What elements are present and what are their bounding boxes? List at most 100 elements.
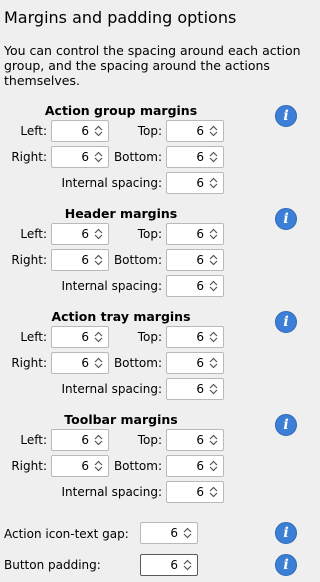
bottom-spinbox[interactable]: 6: [166, 352, 224, 374]
up-down-chevron-icon[interactable]: [92, 253, 105, 267]
right-spinbox[interactable]: 6: [51, 455, 109, 477]
up-down-chevron-icon[interactable]: [207, 382, 220, 396]
section-heading: Action tray margins: [51, 309, 191, 324]
bottom-label: Bottom:: [113, 253, 162, 267]
icon-text-gap-spinbox[interactable]: 6: [140, 522, 198, 544]
up-down-chevron-icon[interactable]: [207, 279, 220, 293]
button-padding-spinbox[interactable]: 6: [140, 554, 198, 576]
top-value: 6: [196, 124, 204, 138]
right-value: 6: [81, 459, 89, 473]
left-spinbox[interactable]: 6: [51, 326, 109, 348]
left-spinbox[interactable]: 6: [51, 429, 109, 451]
info-icon[interactable]: i: [275, 554, 297, 576]
internal-spacing-spinbox[interactable]: 6: [166, 378, 224, 400]
top-label: Top:: [137, 124, 162, 138]
up-down-chevron-icon[interactable]: [181, 526, 194, 540]
section-heading: Header margins: [64, 206, 178, 221]
left-value: 6: [81, 227, 89, 241]
right-spinbox[interactable]: 6: [51, 146, 109, 168]
section-toolbar-margins: Toolbar margins i Left: 6 Top: 6 Right: …: [0, 412, 311, 515]
section-heading: Toolbar margins: [64, 412, 178, 427]
internal-spacing-value: 6: [196, 382, 204, 396]
top-spinbox[interactable]: 6: [166, 120, 224, 142]
left-value: 6: [81, 433, 89, 447]
section-action-tray-margins: Action tray margins i Left: 6 Top: 6 Rig…: [0, 309, 311, 412]
up-down-chevron-icon[interactable]: [207, 459, 220, 473]
icon-text-gap-label: Action icon-text gap:: [4, 527, 129, 541]
info-icon[interactable]: i: [275, 105, 297, 127]
left-label: Left:: [20, 124, 47, 138]
bottom-value: 6: [196, 356, 204, 370]
button-padding-label: Button padding:: [4, 558, 101, 572]
right-value: 6: [81, 356, 89, 370]
right-label: Right:: [11, 253, 47, 267]
up-down-chevron-icon[interactable]: [92, 433, 105, 447]
internal-spacing-value: 6: [196, 485, 204, 499]
right-spinbox[interactable]: 6: [51, 249, 109, 271]
button-padding-value: 6: [170, 558, 178, 572]
info-icon[interactable]: i: [275, 414, 297, 436]
top-value: 6: [196, 227, 204, 241]
up-down-chevron-icon[interactable]: [207, 150, 220, 164]
page-title: Margins and padding options: [4, 8, 237, 27]
description-text: You can control the spacing around each …: [4, 43, 301, 88]
up-down-chevron-icon[interactable]: [207, 176, 220, 190]
up-down-chevron-icon[interactable]: [92, 330, 105, 344]
section-action-group-margins: Action group margins i Left: 6 Top: 6 Ri…: [0, 103, 311, 206]
up-down-chevron-icon[interactable]: [207, 485, 220, 499]
internal-spacing-spinbox[interactable]: 6: [166, 172, 224, 194]
up-down-chevron-icon[interactable]: [181, 558, 194, 572]
internal-spacing-label: Internal spacing:: [61, 176, 162, 190]
right-value: 6: [81, 253, 89, 267]
bottom-spinbox[interactable]: 6: [166, 455, 224, 477]
bottom-spinbox[interactable]: 6: [166, 249, 224, 271]
up-down-chevron-icon[interactable]: [92, 150, 105, 164]
top-spinbox[interactable]: 6: [166, 326, 224, 348]
left-spinbox[interactable]: 6: [51, 120, 109, 142]
internal-spacing-spinbox[interactable]: 6: [166, 481, 224, 503]
top-value: 6: [196, 433, 204, 447]
internal-spacing-label: Internal spacing:: [61, 485, 162, 499]
up-down-chevron-icon[interactable]: [207, 356, 220, 370]
top-spinbox[interactable]: 6: [166, 223, 224, 245]
internal-spacing-value: 6: [196, 279, 204, 293]
up-down-chevron-icon[interactable]: [207, 227, 220, 241]
info-icon[interactable]: i: [275, 208, 297, 230]
section-heading: Action group margins: [44, 103, 198, 118]
up-down-chevron-icon[interactable]: [92, 227, 105, 241]
bottom-spinbox[interactable]: 6: [166, 146, 224, 168]
left-value: 6: [81, 330, 89, 344]
left-value: 6: [81, 124, 89, 138]
up-down-chevron-icon[interactable]: [207, 330, 220, 344]
internal-spacing-spinbox[interactable]: 6: [166, 275, 224, 297]
bottom-value: 6: [196, 150, 204, 164]
internal-spacing-label: Internal spacing:: [61, 382, 162, 396]
right-value: 6: [81, 150, 89, 164]
info-icon[interactable]: i: [275, 522, 297, 544]
left-label: Left:: [20, 433, 47, 447]
top-label: Top:: [137, 330, 162, 344]
section-header-margins: Header margins i Left: 6 Top: 6 Right: 6…: [0, 206, 311, 309]
left-label: Left:: [20, 330, 47, 344]
up-down-chevron-icon[interactable]: [92, 356, 105, 370]
up-down-chevron-icon[interactable]: [207, 124, 220, 138]
up-down-chevron-icon[interactable]: [92, 459, 105, 473]
bottom-label: Bottom:: [113, 356, 162, 370]
top-spinbox[interactable]: 6: [166, 429, 224, 451]
icon-text-gap-value: 6: [170, 526, 178, 540]
up-down-chevron-icon[interactable]: [207, 253, 220, 267]
left-label: Left:: [20, 227, 47, 241]
internal-spacing-label: Internal spacing:: [61, 279, 162, 293]
top-value: 6: [196, 330, 204, 344]
bottom-value: 6: [196, 459, 204, 473]
internal-spacing-value: 6: [196, 176, 204, 190]
bottom-value: 6: [196, 253, 204, 267]
up-down-chevron-icon[interactable]: [92, 124, 105, 138]
left-spinbox[interactable]: 6: [51, 223, 109, 245]
info-icon[interactable]: i: [275, 311, 297, 333]
right-spinbox[interactable]: 6: [51, 352, 109, 374]
top-label: Top:: [137, 433, 162, 447]
right-label: Right:: [11, 356, 47, 370]
up-down-chevron-icon[interactable]: [207, 433, 220, 447]
bottom-label: Bottom:: [113, 150, 162, 164]
